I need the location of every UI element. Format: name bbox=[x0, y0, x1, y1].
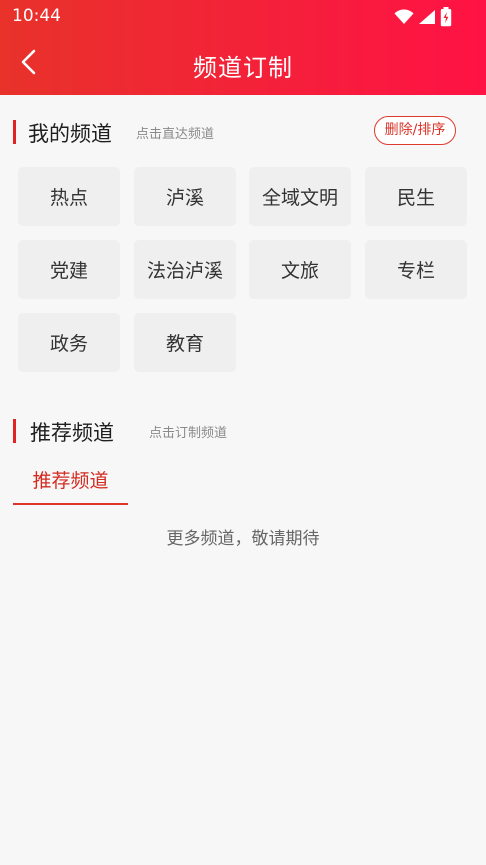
my-channels-hint: 点击直达频道 bbox=[136, 127, 215, 142]
channel-chip[interactable]: 党建 bbox=[18, 240, 120, 299]
channel-chip[interactable]: 热点 bbox=[18, 167, 120, 226]
channel-chip[interactable]: 民生 bbox=[365, 167, 467, 226]
tab-underline bbox=[13, 503, 128, 505]
recommended-header: 推荐频道 点击订制频道 bbox=[0, 416, 486, 446]
recommended-title: 推荐频道 bbox=[30, 421, 114, 445]
channel-chip[interactable]: 专栏 bbox=[365, 240, 467, 299]
battery-charging-icon bbox=[440, 7, 452, 27]
status-bar: 10:44 bbox=[0, 0, 486, 34]
my-channels-header: 我的频道 点击直达频道 删除/排序 bbox=[0, 116, 486, 147]
channel-chip[interactable]: 教育 bbox=[134, 313, 236, 372]
page-title: 频道订制 bbox=[193, 54, 293, 82]
signal-icon bbox=[419, 10, 435, 24]
section-accent-bar bbox=[13, 120, 16, 144]
channel-chip[interactable]: 法治泸溪 bbox=[134, 240, 236, 299]
channel-chip[interactable]: 全域文明 bbox=[249, 167, 351, 226]
channel-chip[interactable]: 政务 bbox=[18, 313, 120, 372]
channel-chip[interactable]: 文旅 bbox=[249, 240, 351, 299]
empty-message: 更多频道，敬请期待 bbox=[166, 529, 320, 549]
section-accent-bar bbox=[13, 419, 16, 443]
tab-recommended-label: 推荐频道 bbox=[32, 470, 109, 492]
tab-recommended[interactable]: 推荐频道 bbox=[13, 462, 128, 505]
header-bar: 10:44 频道订制 bbox=[0, 0, 486, 95]
channel-chip[interactable]: 泸溪 bbox=[134, 167, 236, 226]
nav-bar: 频道订制 bbox=[0, 34, 486, 95]
my-channels-title: 我的频道 bbox=[28, 122, 112, 146]
recommended-hint: 点击订制频道 bbox=[149, 426, 228, 441]
delete-sort-button[interactable]: 删除/排序 bbox=[374, 116, 456, 145]
status-icons bbox=[394, 7, 452, 27]
status-time: 10:44 bbox=[12, 6, 61, 26]
wifi-icon bbox=[394, 9, 414, 24]
